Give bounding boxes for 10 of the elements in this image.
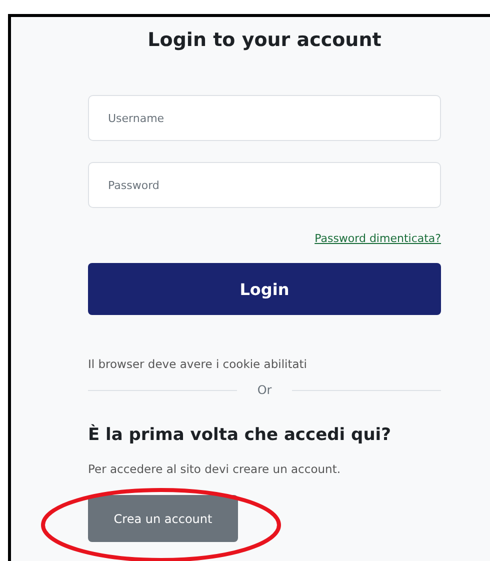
divider-label: Or: [257, 383, 272, 397]
login-button[interactable]: Login: [88, 263, 441, 315]
cookie-notice: Il browser deve avere i cookie abilitati: [88, 357, 308, 371]
create-account-button[interactable]: Crea un account: [88, 495, 238, 542]
input-field[interactable]: Username: [88, 95, 441, 141]
page-title: Login to your account: [148, 29, 382, 51]
signup-text: Per accedere al sito devi creare un account.: [88, 462, 342, 476]
input-field[interactable]: Password: [88, 162, 441, 208]
signup-heading: È la prima volta che accedi qui?: [88, 425, 392, 445]
forgot-password-link[interactable]: Password dimenticata?: [314, 232, 441, 245]
